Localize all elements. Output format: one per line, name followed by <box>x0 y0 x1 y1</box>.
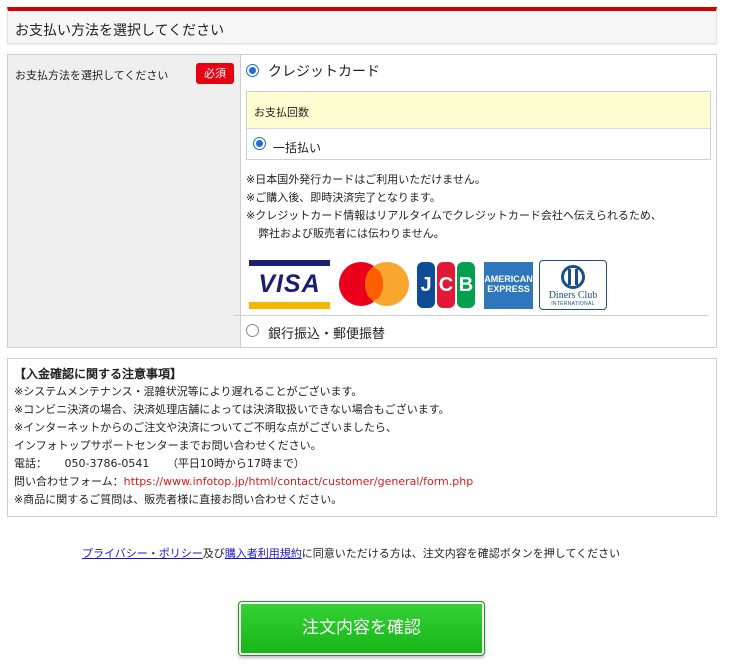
note-line: ※ご購入後、即時決済完了となります。 <box>246 191 441 204</box>
phone-number: 050-3786-0541 <box>64 457 150 470</box>
credit-card-radio[interactable] <box>246 64 259 77</box>
notice-line: ※商品に関するご質問は、販売者様に直接お問い合わせください。 <box>14 493 343 506</box>
notice-line: ※コンビニ決済の場合、決済処理店舗によっては決済取扱いできない場合もございます。 <box>14 403 450 416</box>
agreement-body: に同意いただける方は、注文内容を確認ボタンを押してください <box>301 547 621 560</box>
section-title: お支払い方法を選択してください <box>15 23 225 39</box>
confirm-order-button[interactable]: 注文内容を確認 <box>238 601 485 656</box>
lump-sum-radio[interactable] <box>253 137 266 150</box>
notice-line: ※インターネットからのご注文や決済についてご不明な点がございましたら、 <box>14 421 397 434</box>
phone-label: 電話： <box>14 457 47 470</box>
notice-line: ※システムメンテナンス・混雑状況等により遅れることがございます。 <box>14 385 363 398</box>
divider <box>234 315 708 316</box>
mastercard-logo <box>339 261 409 307</box>
payment-notice-box: 【入金確認に関する注意事項】 ※システムメンテナンス・混雑状況等により遅れること… <box>7 358 717 517</box>
jcb-letter: C <box>437 262 455 308</box>
notice-line: インフォトップサポートセンターまでお問い合わせください。 <box>14 439 322 452</box>
diners-logo-subtext: INTERNATIONAL <box>551 301 595 307</box>
amex-logo: AMERICAN EXPRESS <box>484 262 533 309</box>
visa-logo: VISA <box>249 260 330 310</box>
lump-sum-label[interactable]: 一括払い <box>273 139 321 156</box>
privacy-policy-link[interactable]: プライバシー・ポリシー <box>82 547 203 560</box>
notice-heading: 【入金確認に関する注意事項】 <box>14 367 183 381</box>
installment-box: お支払回数 一括払い <box>246 91 711 160</box>
required-badge: 必須 <box>196 63 234 84</box>
diners-club-logo: Diners Club INTERNATIONAL <box>539 260 607 310</box>
jcb-letter: J <box>417 262 435 308</box>
bank-transfer-label[interactable]: 銀行振込・郵便振替 <box>268 323 385 342</box>
bank-transfer-radio[interactable] <box>246 324 259 337</box>
phone-line: 電話： 050-3786-0541 （平日10時から17時まで） <box>14 455 716 473</box>
section-header: お支払い方法を選択してください <box>7 7 717 44</box>
note-line: 弊社および販売者には伝わりません。 <box>258 227 445 240</box>
agreement-text: プライバシー・ポリシー及び購入者利用規約に同意いただける方は、注文内容を確認ボタ… <box>82 545 642 563</box>
phone-hours: （平日10時から17時まで） <box>166 457 305 470</box>
jcb-letter: B <box>457 262 475 308</box>
diners-logo-text: Diners Club <box>548 290 598 301</box>
contact-form-link[interactable]: https://www.infotop.jp/html/contact/cust… <box>124 475 474 488</box>
card-brand-logos: VISA J C B AMERICAN EXPRESS Diners Club … <box>249 259 609 311</box>
jcb-logo: J C B <box>417 262 475 308</box>
agreement-conjunction: 及び <box>202 547 225 560</box>
credit-card-label[interactable]: クレジットカード <box>268 61 380 81</box>
installment-header: お支払回数 <box>247 92 710 129</box>
visa-logo-text: VISA <box>258 270 321 298</box>
terms-link[interactable]: 購入者利用規約 <box>225 547 302 560</box>
contact-form-label: 問い合わせフォーム： <box>14 475 124 488</box>
contact-form-line: 問い合わせフォーム：https://www.infotop.jp/html/co… <box>14 473 716 491</box>
payment-method-label: お支払方法を選択してください <box>15 69 169 82</box>
note-line: ※クレジットカード情報はリアルタイムでクレジットカード会社へ伝えられるため、 <box>246 209 662 222</box>
amex-logo-text: AMERICAN <box>484 274 533 284</box>
installment-header-label: お支払回数 <box>254 106 309 119</box>
credit-card-notes: ※日本国外発行カードはご利用いただけません。 ※ご購入後、即時決済完了となります… <box>246 171 662 243</box>
payment-label-cell: お支払方法を選択してください 必須 <box>8 55 241 347</box>
amex-logo-text: EXPRESS <box>487 284 530 294</box>
note-line: ※日本国外発行カードはご利用いただけません。 <box>246 173 486 186</box>
